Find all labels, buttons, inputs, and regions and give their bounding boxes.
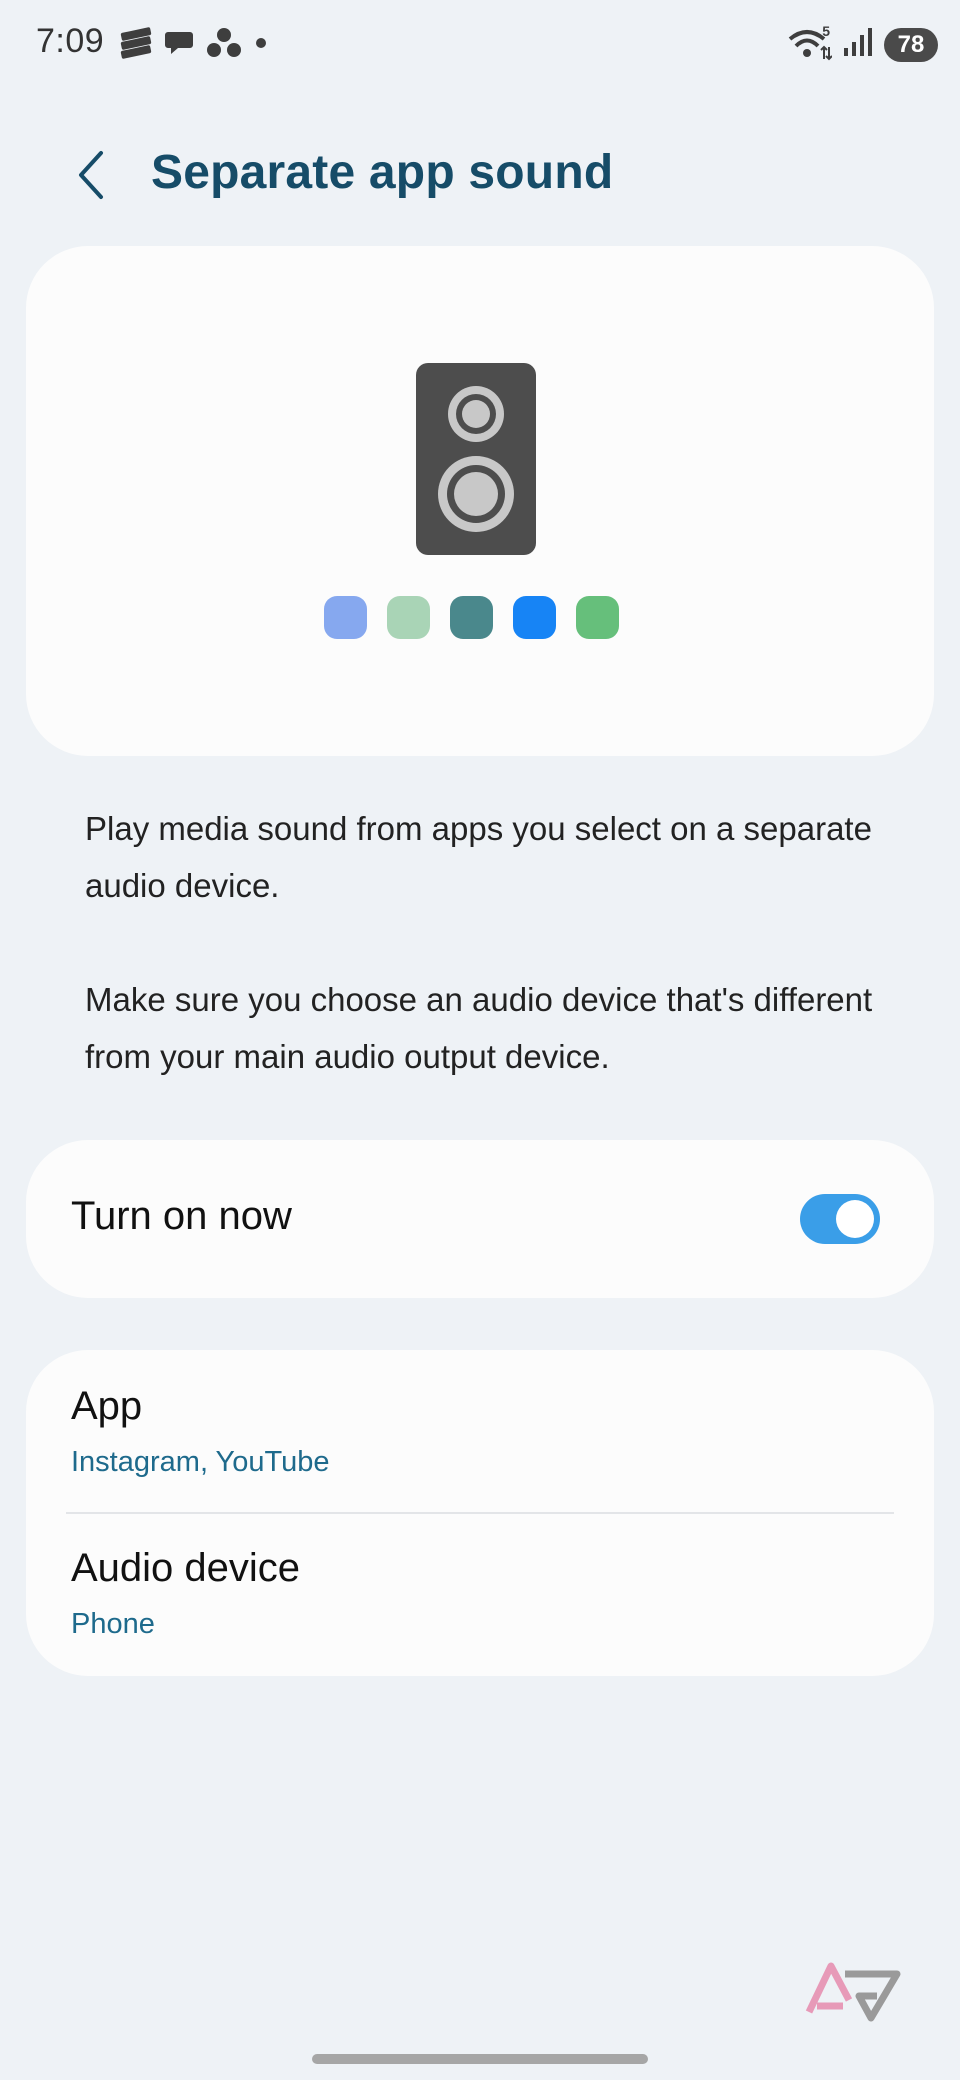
list-item-subtitle: Instagram, YouTube — [71, 1446, 330, 1478]
illustration-card — [26, 246, 934, 756]
settings-list: App Instagram, YouTube Audio device Phon… — [26, 1350, 934, 1676]
color-dot — [387, 596, 430, 639]
chevron-left-icon — [79, 151, 103, 199]
status-time: 7:09 — [36, 22, 105, 60]
header: Separate app sound — [0, 135, 960, 215]
home-indicator[interactable] — [312, 2054, 648, 2064]
list-item-title: App — [71, 1384, 143, 1428]
dot-icon — [252, 34, 270, 57]
list-item-subtitle: Phone — [71, 1608, 155, 1640]
wifi-icon: 5 — [788, 23, 833, 63]
app-setting-item[interactable]: App Instagram, YouTube — [26, 1350, 934, 1510]
list-item-title: Audio device — [71, 1546, 301, 1590]
color-dot — [576, 596, 619, 639]
description-paragraph-2: Make sure you choose an audio device tha… — [85, 981, 873, 1075]
ap-logo-icon — [805, 1960, 901, 2024]
status-notification-icons — [118, 26, 270, 65]
app-color-dots — [324, 596, 619, 639]
description: Play media sound from apps you select on… — [85, 800, 885, 1085]
status-bar: 7:09 5 78 — [0, 0, 960, 96]
chat-icon — [164, 28, 196, 63]
stack-icon — [118, 26, 154, 65]
toggle-knob — [836, 1200, 874, 1238]
color-dot — [450, 596, 493, 639]
color-dot — [513, 596, 556, 639]
color-dot — [324, 596, 367, 639]
group-icon — [206, 27, 242, 64]
turn-on-now-toggle[interactable] — [800, 1194, 880, 1244]
back-button[interactable] — [62, 143, 118, 207]
turn-on-now-row[interactable]: Turn on now — [26, 1140, 934, 1298]
status-system-icons: 5 78 — [788, 23, 938, 63]
speaker-icon — [416, 363, 536, 555]
signal-icon — [842, 26, 874, 63]
battery-badge: 78 — [884, 27, 938, 62]
description-paragraph-1: Play media sound from apps you select on… — [85, 810, 872, 904]
wifi-badge: 5 — [822, 22, 830, 39]
toggle-label: Turn on now — [71, 1194, 292, 1238]
page-title: Separate app sound — [151, 146, 614, 199]
audio-device-setting-item[interactable]: Audio device Phone — [26, 1514, 934, 1674]
